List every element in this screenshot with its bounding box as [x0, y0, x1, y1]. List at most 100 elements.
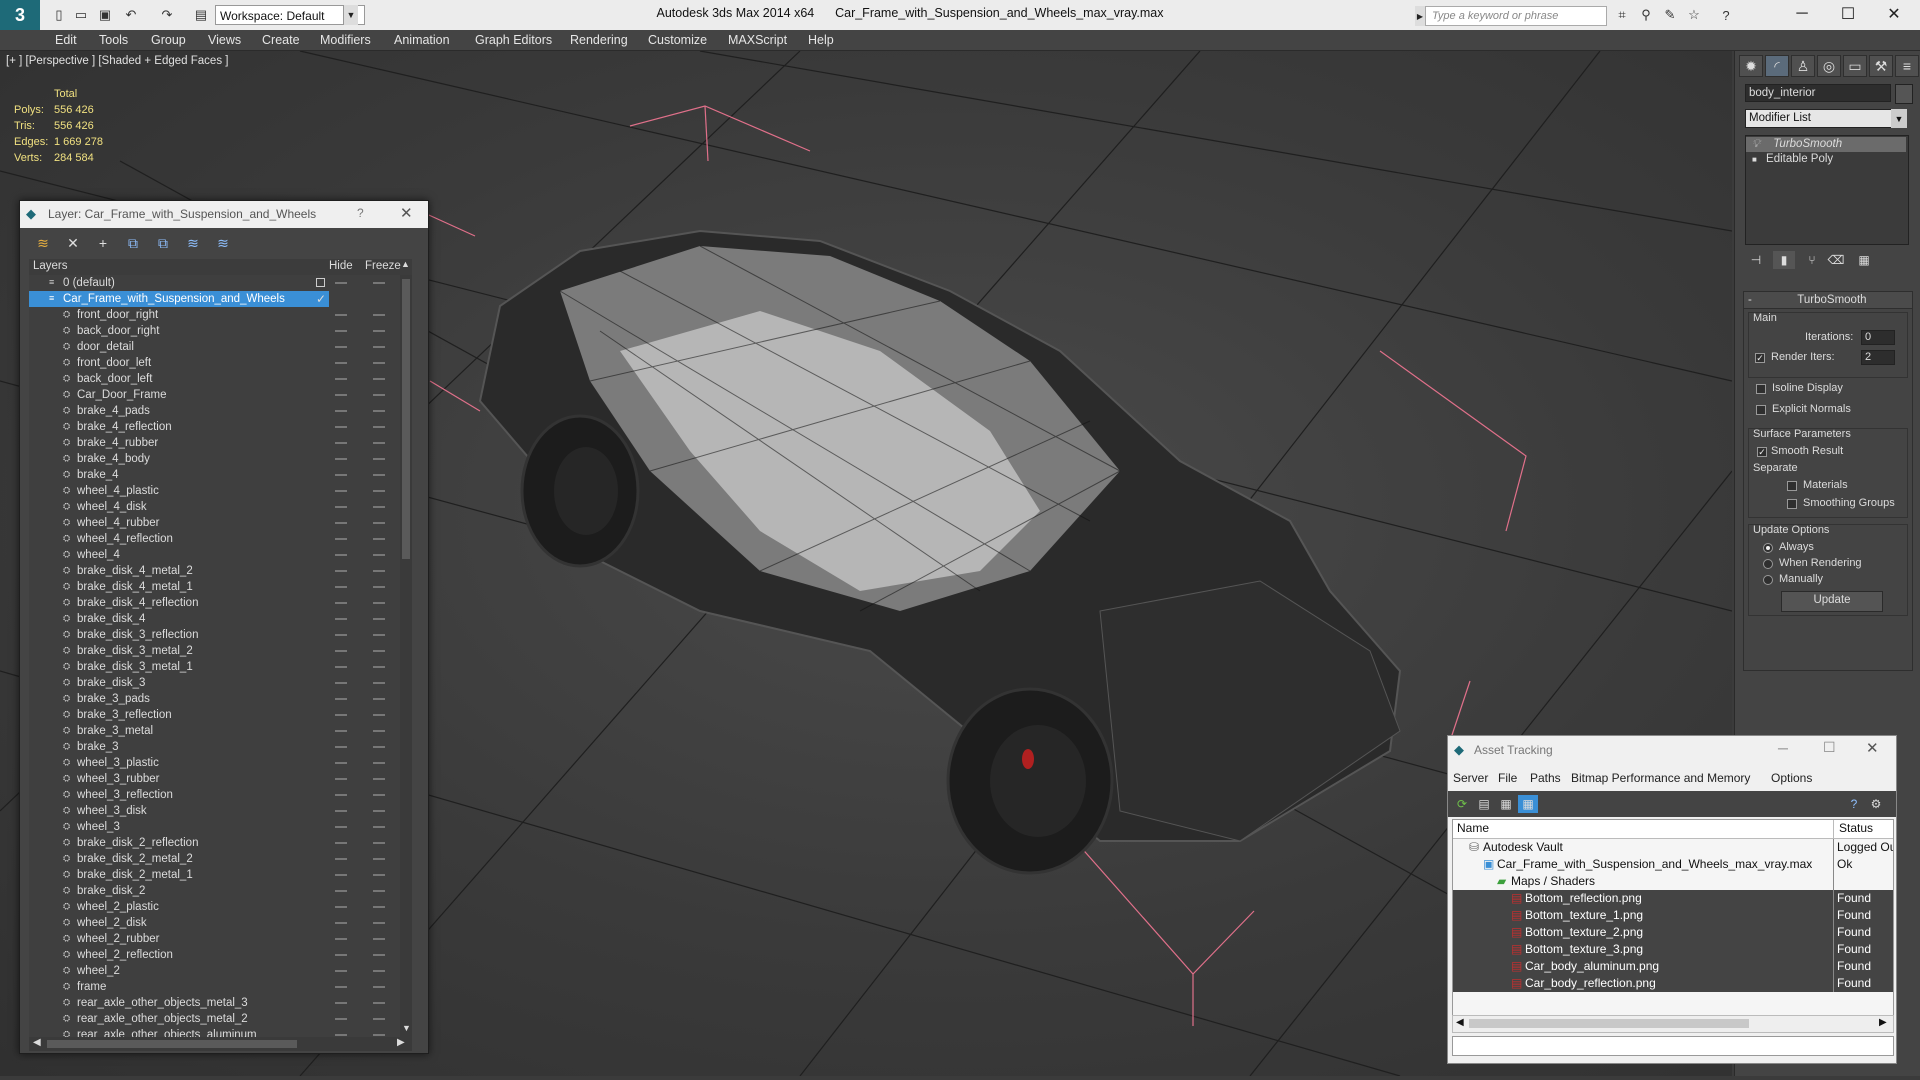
- layer-object-row[interactable]: ⛭ brake_disk_3_metal_1: [29, 659, 400, 675]
- hide-toggle[interactable]: [335, 426, 347, 428]
- motion-tab-icon[interactable]: ◎: [1817, 55, 1841, 77]
- stack-item-turbosmooth[interactable]: 💡︎ TurboSmooth: [1746, 137, 1906, 152]
- hide-toggle[interactable]: [335, 826, 347, 828]
- minimize-icon[interactable]: ─: [1778, 740, 1788, 756]
- layer-object-row[interactable]: ⛭ brake_disk_2_metal_2: [29, 851, 400, 867]
- freeze-toggle[interactable]: [373, 570, 385, 572]
- layer-dialog-titlebar[interactable]: ◆ Layer: Car_Frame_with_Suspension_and_W…: [20, 201, 428, 228]
- chevron-up-icon[interactable]: ▲: [401, 259, 410, 269]
- layer-object-row[interactable]: ⛭ brake_4: [29, 467, 400, 483]
- freeze-toggle[interactable]: [373, 474, 385, 476]
- freeze-toggle[interactable]: [373, 490, 385, 492]
- hide-toggle[interactable]: [335, 650, 347, 652]
- menu-file[interactable]: File: [1498, 771, 1517, 785]
- close-icon[interactable]: ✕: [1872, 0, 1916, 28]
- hide-toggle[interactable]: [335, 394, 347, 396]
- layer-row-active[interactable]: ≡ Car_Frame_with_Suspension_and_Wheels: [29, 291, 329, 307]
- layer-object-row[interactable]: ⛭ back_door_left: [29, 371, 400, 387]
- freeze-toggle[interactable]: [373, 698, 385, 700]
- column-hide[interactable]: Hide: [329, 260, 353, 272]
- menu-help[interactable]: Help: [808, 30, 834, 50]
- layer-object-row[interactable]: ⛭ brake_disk_2: [29, 883, 400, 899]
- freeze-toggle[interactable]: [373, 506, 385, 508]
- menu-modifiers[interactable]: Modifiers: [320, 30, 371, 50]
- hide-toggle[interactable]: [335, 538, 347, 540]
- search-input[interactable]: Type a keyword or phrase: [1425, 6, 1607, 26]
- layer-object-row[interactable]: ⛭ brake_4_pads: [29, 403, 400, 419]
- layer-object-row[interactable]: ⛭ wheel_3: [29, 819, 400, 835]
- freeze-toggle[interactable]: [373, 442, 385, 444]
- hide-toggle[interactable]: [335, 746, 347, 748]
- scroll-thumb[interactable]: [1469, 1019, 1749, 1028]
- redo-icon[interactable]: ↷: [158, 6, 176, 24]
- chevron-left-icon[interactable]: ◀: [1456, 1017, 1464, 1028]
- freeze-toggle[interactable]: [373, 650, 385, 652]
- freeze-toggle[interactable]: [373, 330, 385, 332]
- hide-toggle[interactable]: [335, 362, 347, 364]
- layer-object-row[interactable]: ⛭ rear_axle_other_objects_metal_2: [29, 1011, 400, 1027]
- menu-paths[interactable]: Paths: [1530, 771, 1561, 785]
- manually-radio[interactable]: [1763, 575, 1773, 585]
- hide-toggle[interactable]: [335, 506, 347, 508]
- layer-object-row[interactable]: ⛭ brake_3: [29, 739, 400, 755]
- rollout-header[interactable]: - TurboSmooth: [1744, 292, 1912, 309]
- asset-horizontal-scrollbar[interactable]: ◀ ▶: [1452, 1015, 1894, 1033]
- column-name[interactable]: Name: [1457, 821, 1489, 835]
- hide-toggle[interactable]: [335, 858, 347, 860]
- chevron-down-icon[interactable]: ▼: [1891, 109, 1907, 128]
- freeze-toggle[interactable]: [373, 346, 385, 348]
- hide-toggle[interactable]: [335, 890, 347, 892]
- menu-edit[interactable]: Edit: [55, 30, 77, 50]
- checkmark-icon[interactable]: ✓: [316, 292, 326, 306]
- layer-object-row[interactable]: ⛭ door_detail: [29, 339, 400, 355]
- freeze-toggle[interactable]: [373, 842, 385, 844]
- menu-graph-editors[interactable]: Graph Editors: [475, 30, 552, 50]
- layer-object-row[interactable]: ⛭ front_door_left: [29, 355, 400, 371]
- close-icon[interactable]: ✕: [400, 204, 413, 222]
- create-tab-icon[interactable]: ✹: [1739, 55, 1763, 77]
- freeze-toggle[interactable]: [373, 410, 385, 412]
- freeze-toggle[interactable]: [373, 522, 385, 524]
- refresh-icon[interactable]: ⟳: [1452, 795, 1472, 813]
- chevron-right-icon[interactable]: ▶: [397, 1037, 405, 1048]
- freeze-toggle[interactable]: [373, 938, 385, 940]
- table-view-icon[interactable]: ▦: [1518, 795, 1538, 813]
- layer-object-row[interactable]: ⛭ wheel_2_rubber: [29, 931, 400, 947]
- smooth-result-checkbox[interactable]: ✓: [1757, 447, 1767, 457]
- hide-toggle[interactable]: [335, 410, 347, 412]
- help-icon[interactable]: ?: [1844, 795, 1864, 813]
- freeze-toggle[interactable]: [373, 922, 385, 924]
- layer-object-row[interactable]: ⛭ wheel_3_disk: [29, 803, 400, 819]
- hide-toggle[interactable]: [335, 1034, 347, 1036]
- layer-object-row[interactable]: ⛭ brake_3_pads: [29, 691, 400, 707]
- hide-toggle[interactable]: [335, 842, 347, 844]
- render-iters-checkbox[interactable]: ✓: [1755, 353, 1765, 363]
- column-freeze[interactable]: Freeze: [365, 260, 401, 272]
- menu-tools[interactable]: Tools: [99, 30, 128, 50]
- freeze-toggle[interactable]: [373, 458, 385, 460]
- hide-all-icon[interactable]: ≋: [182, 233, 204, 253]
- column-layers[interactable]: Layers: [33, 260, 68, 272]
- select-in-layer-icon[interactable]: ⧉: [122, 233, 144, 253]
- hide-toggle[interactable]: [335, 282, 347, 284]
- always-radio[interactable]: [1763, 543, 1773, 553]
- layer-object-row[interactable]: ⛭ brake_3_reflection: [29, 707, 400, 723]
- hide-toggle[interactable]: [335, 346, 347, 348]
- hide-toggle[interactable]: [335, 474, 347, 476]
- asset-row[interactable]: ▤ Bottom_texture_1.png Found: [1453, 907, 1893, 924]
- layer-object-row[interactable]: ⛭ wheel_2_plastic: [29, 899, 400, 915]
- freeze-toggle[interactable]: [373, 730, 385, 732]
- layer-row-default[interactable]: ≡ 0 (default): [29, 275, 400, 291]
- freeze-toggle[interactable]: [373, 1018, 385, 1020]
- hide-toggle[interactable]: [335, 794, 347, 796]
- hide-toggle[interactable]: [335, 554, 347, 556]
- smoothing-groups-checkbox[interactable]: [1787, 499, 1797, 509]
- layer-list[interactable]: ≡ 0 (default) ≡ Car_Frame_with_Suspensio…: [29, 275, 400, 1037]
- chevron-down-icon[interactable]: ▼: [402, 1023, 411, 1033]
- freeze-toggle[interactable]: [373, 426, 385, 428]
- freeze-all-icon[interactable]: ≋: [212, 233, 234, 253]
- subscription-icon[interactable]: ⚲: [1636, 6, 1656, 24]
- asset-row[interactable]: ▤ Bottom_texture_2.png Found: [1453, 924, 1893, 941]
- column-divider[interactable]: [1833, 820, 1834, 838]
- hide-toggle[interactable]: [335, 954, 347, 956]
